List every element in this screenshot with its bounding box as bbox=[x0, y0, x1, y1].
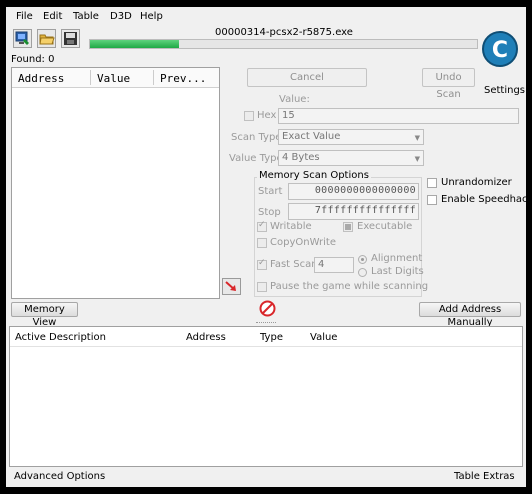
start-label: Start bbox=[258, 186, 283, 197]
scan-type-value: Exact Value bbox=[282, 131, 341, 142]
menu-help[interactable]: Help bbox=[140, 11, 163, 22]
stop-address-input[interactable]: 7fffffffffffffff bbox=[288, 203, 419, 220]
computer-icon bbox=[15, 31, 29, 45]
column-value[interactable]: Value bbox=[310, 332, 337, 343]
add-address-manually-button[interactable]: Add Address Manually bbox=[419, 302, 521, 328]
scan-results-header: Address Value Prev... bbox=[12, 68, 219, 88]
radio-dot-icon bbox=[361, 258, 364, 261]
value-type-label: Value Type bbox=[229, 153, 283, 164]
scan-type-label: Scan Type bbox=[231, 132, 282, 143]
column-description[interactable]: Description bbox=[49, 332, 106, 343]
advanced-options-button[interactable]: Advanced Options bbox=[14, 471, 105, 482]
settings-link[interactable]: Settings bbox=[484, 85, 525, 96]
executable-label: Executable bbox=[357, 221, 413, 232]
executable-checkbox[interactable] bbox=[343, 222, 353, 232]
writable-checkbox[interactable]: ✓ bbox=[257, 220, 267, 232]
pause-game-checkbox[interactable] bbox=[257, 282, 267, 292]
no-entry-icon bbox=[259, 300, 276, 317]
hex-checkbox[interactable] bbox=[244, 111, 254, 121]
scan-progress-bar bbox=[89, 39, 478, 49]
add-to-list-button[interactable] bbox=[222, 278, 241, 295]
column-type[interactable]: Type bbox=[260, 332, 283, 343]
folder-icon bbox=[39, 34, 55, 45]
memory-view-button[interactable]: Memory View bbox=[11, 302, 78, 328]
enable-speedhack-label: Enable Speedhack bbox=[441, 194, 526, 205]
column-address[interactable]: Address bbox=[186, 332, 226, 343]
start-address-input[interactable]: 0000000000000000 bbox=[288, 183, 419, 200]
column-divider bbox=[153, 70, 154, 85]
check-mark-icon: ✓ bbox=[258, 258, 266, 268]
cheat-engine-logo-icon: C bbox=[482, 31, 518, 67]
value-label: Value: bbox=[279, 94, 310, 105]
menu-edit[interactable]: Edit bbox=[43, 11, 62, 22]
alignment-label: Alignment bbox=[371, 253, 423, 264]
fast-scan-checkbox[interactable]: ✓ bbox=[257, 258, 267, 270]
undo-scan-button[interactable]: Undo Scan bbox=[422, 68, 475, 100]
unrandomizer-checkbox[interactable] bbox=[427, 178, 437, 188]
stop-label: Stop bbox=[258, 207, 281, 218]
address-table[interactable]: Active Description Address Type Value bbox=[9, 326, 523, 467]
splitter-grip-icon bbox=[256, 322, 276, 325]
column-active[interactable]: Active bbox=[15, 332, 46, 343]
found-count: Found: 0 bbox=[11, 54, 55, 65]
value-input[interactable]: 15 bbox=[278, 108, 519, 124]
red-arrow-icon bbox=[225, 281, 236, 291]
last-digits-radio[interactable] bbox=[358, 268, 367, 277]
writable-label: Writable bbox=[270, 221, 312, 232]
column-address[interactable]: Address bbox=[18, 72, 64, 85]
table-extras-button[interactable]: Table Extras bbox=[454, 471, 515, 482]
indeterminate-mark-icon bbox=[345, 224, 351, 230]
memory-scan-options-title: Memory Scan Options bbox=[257, 170, 371, 181]
fast-scan-label: Fast Scan bbox=[270, 259, 318, 270]
cancel-button[interactable]: Cancel bbox=[247, 68, 367, 87]
menu-file[interactable]: File bbox=[16, 11, 33, 22]
column-previous[interactable]: Prev... bbox=[160, 72, 206, 85]
menu-table[interactable]: Table bbox=[73, 11, 99, 22]
pause-game-label: Pause the game while scanning bbox=[270, 281, 429, 292]
last-digits-label: Last Digits bbox=[371, 266, 424, 277]
svg-text:C: C bbox=[492, 38, 508, 63]
copy-on-write-label: CopyOnWrite bbox=[270, 237, 336, 248]
save-icon bbox=[64, 32, 77, 45]
stop-scan-button[interactable] bbox=[259, 300, 276, 317]
process-title: 00000314-pcsx2-r5875.exe bbox=[215, 27, 353, 38]
menu-bar: File Edit Table D3D Help bbox=[6, 7, 526, 25]
value-type-select[interactable]: 4 Bytes ▼ bbox=[278, 150, 424, 166]
scan-type-select[interactable]: Exact Value ▼ bbox=[278, 129, 424, 145]
check-mark-icon: ✓ bbox=[258, 220, 266, 230]
alignment-radio[interactable] bbox=[358, 255, 367, 264]
main-window: File Edit Table D3D Help 00000314-pcsx2-… bbox=[6, 7, 526, 487]
open-process-button[interactable] bbox=[13, 29, 32, 48]
save-button[interactable] bbox=[61, 29, 80, 48]
unrandomizer-label: Unrandomizer bbox=[441, 177, 512, 188]
value-type-value: 4 Bytes bbox=[282, 152, 320, 163]
address-table-header: Active Description Address Type Value bbox=[10, 327, 522, 347]
chevron-down-icon: ▼ bbox=[414, 155, 420, 163]
scan-results-list[interactable]: Address Value Prev... bbox=[11, 67, 220, 299]
chevron-down-icon: ▼ bbox=[414, 134, 420, 142]
cheat-engine-logo[interactable]: C bbox=[478, 29, 522, 73]
hex-label: Hex bbox=[257, 110, 277, 121]
copy-on-write-checkbox[interactable] bbox=[257, 238, 267, 248]
column-divider bbox=[90, 70, 91, 85]
fast-scan-input[interactable]: 4 bbox=[314, 257, 354, 273]
open-file-button[interactable] bbox=[37, 29, 56, 48]
column-value[interactable]: Value bbox=[97, 72, 130, 85]
menu-d3d[interactable]: D3D bbox=[110, 11, 132, 22]
scan-progress-fill bbox=[90, 40, 179, 48]
enable-speedhack-checkbox[interactable] bbox=[427, 195, 437, 205]
